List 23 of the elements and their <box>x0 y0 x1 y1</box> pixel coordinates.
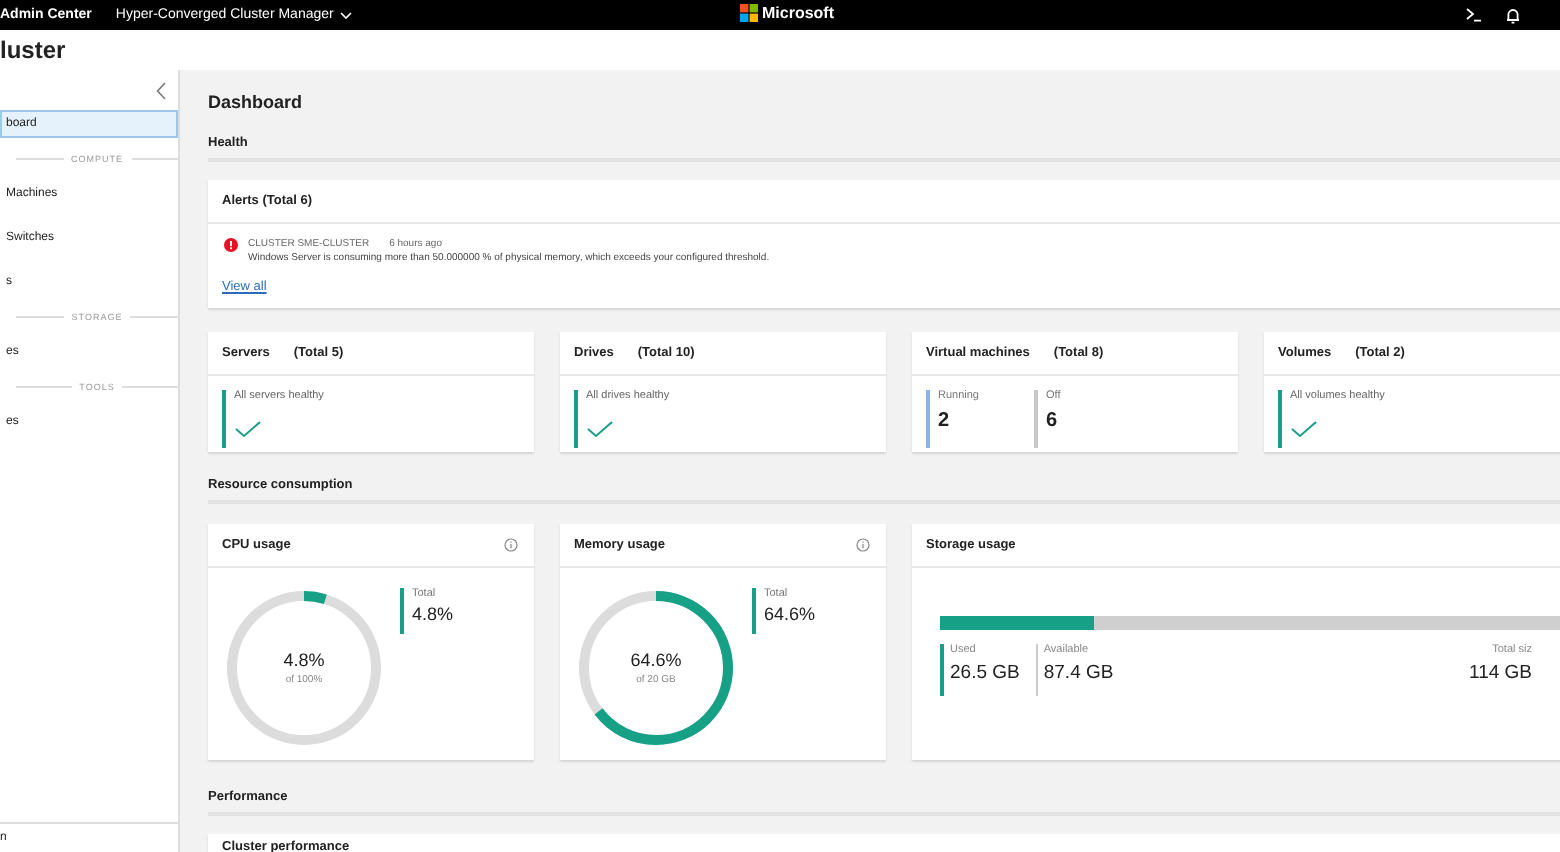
count-value: 2 <box>938 410 952 432</box>
collapse-icon[interactable] <box>156 81 166 99</box>
gauge-value: 64.6% <box>630 650 682 670</box>
used-value: 26.5 GB <box>950 662 1020 684</box>
total-value: 4.8% <box>412 604 454 624</box>
checkmark-icon <box>586 420 614 438</box>
chevron-down-icon <box>339 11 352 19</box>
gauge-value: 4.8% <box>283 650 325 670</box>
available-value: 87.4 GB <box>1043 662 1114 684</box>
terminal-icon[interactable] <box>1466 8 1482 22</box>
checkmark-icon <box>234 420 262 438</box>
error-icon <box>224 238 238 252</box>
bell-icon[interactable] <box>1506 7 1520 23</box>
total-size-value: 114 GB <box>1468 662 1532 684</box>
checkmark-icon <box>1290 420 1318 438</box>
brand-name: Microsoft <box>762 4 834 22</box>
page-title: luster <box>0 36 66 64</box>
dashboard-title: Dashboard <box>208 92 303 112</box>
total-value: 64.6% <box>764 604 816 624</box>
count-value: 6 <box>1046 410 1060 432</box>
info-icon[interactable] <box>504 538 518 552</box>
info-icon[interactable] <box>856 538 870 552</box>
logo-icon <box>740 4 758 22</box>
